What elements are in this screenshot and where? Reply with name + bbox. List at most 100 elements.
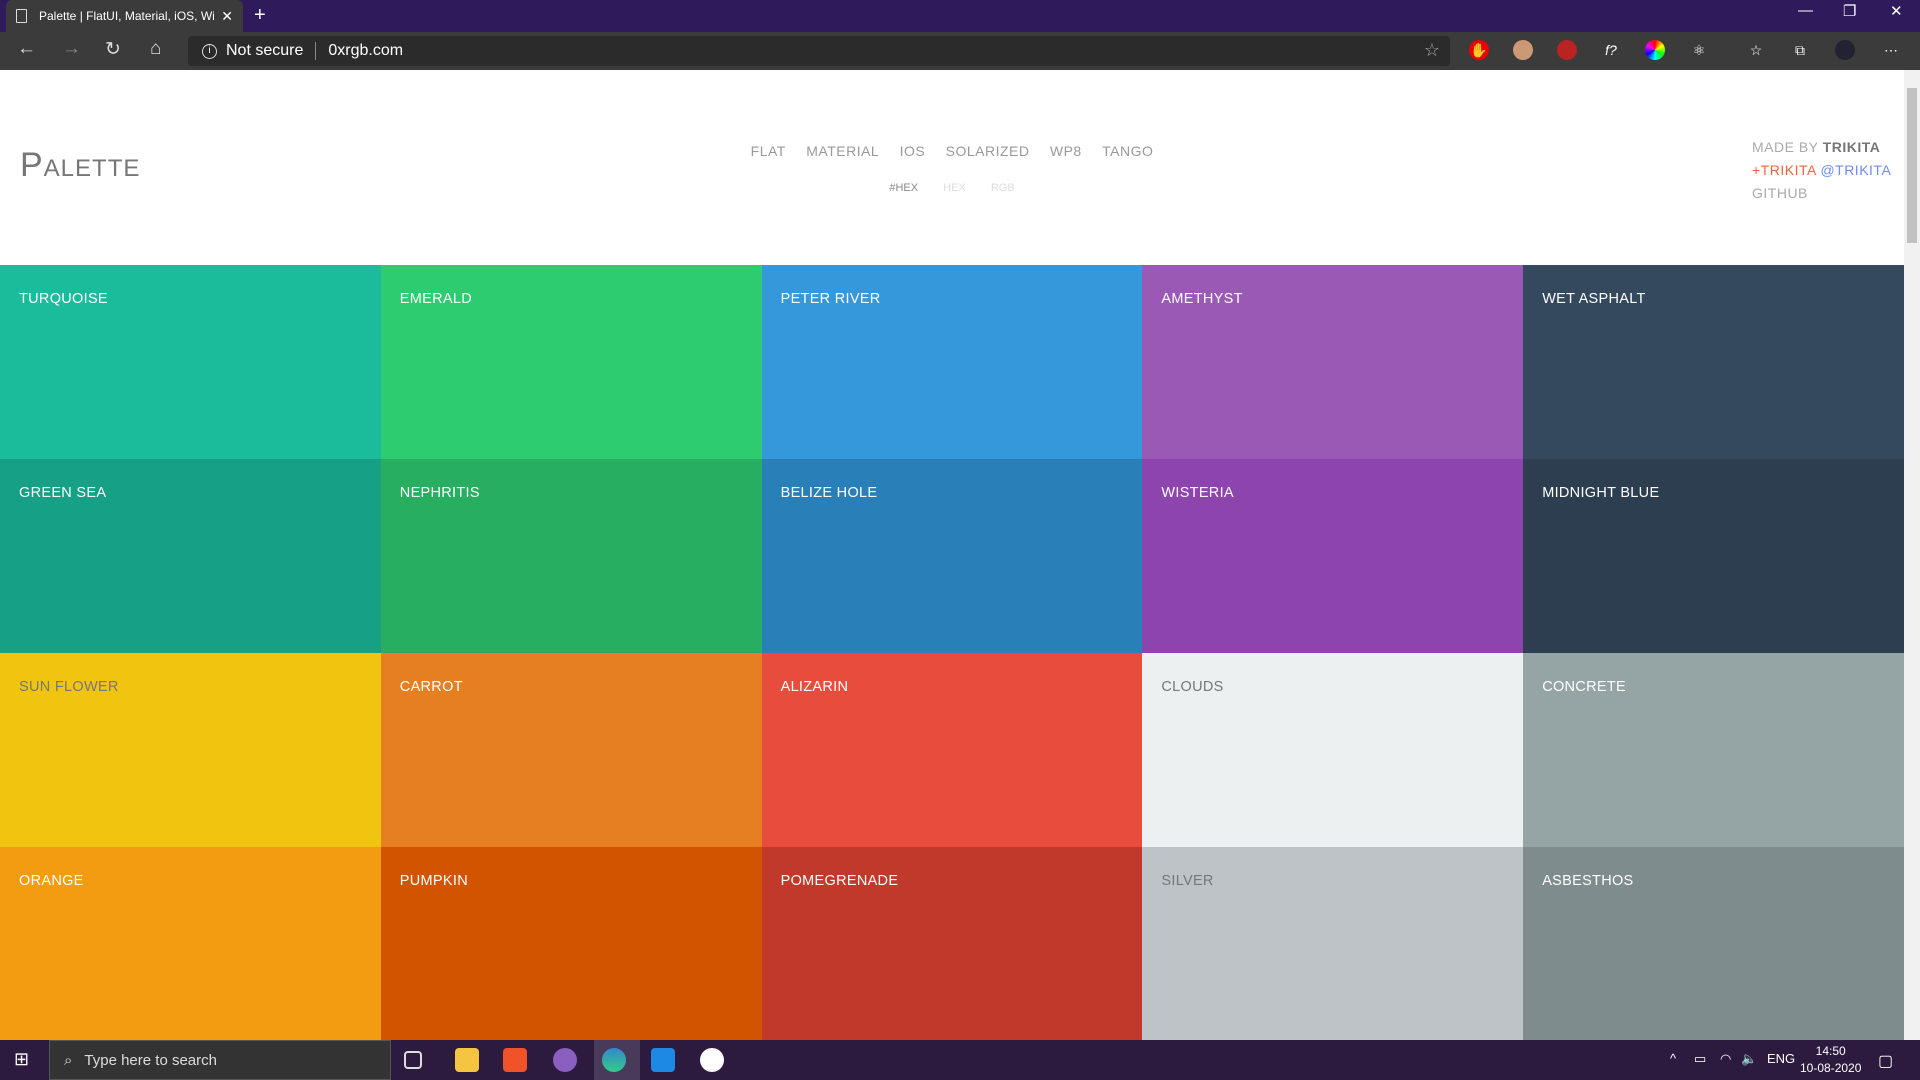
adblock-extension-icon[interactable]: ✋ <box>1469 40 1489 60</box>
task-view-icon[interactable] <box>404 1051 422 1069</box>
edge-icon[interactable] <box>602 1048 626 1072</box>
color-tile[interactable]: PETER RIVER <box>761 265 1143 459</box>
reload-icon[interactable]: ↻ <box>105 38 121 61</box>
color-name: CLOUDS <box>1161 679 1224 695</box>
nav-wp8[interactable]: WP8 <box>1050 143 1082 159</box>
color-name: BELIZE HOLE <box>780 485 878 501</box>
nav-ios[interactable]: IOS <box>900 143 926 159</box>
color-tile[interactable]: SILVER <box>1142 847 1524 1040</box>
home-icon[interactable]: ⌂ <box>150 38 161 60</box>
color-name: PUMPKIN <box>399 873 468 889</box>
color-tile[interactable]: WET ASPHALT <box>1523 265 1904 459</box>
slack-icon[interactable] <box>700 1048 724 1072</box>
search-icon: ⌕ <box>64 1051 73 1069</box>
search-placeholder: Type here to search <box>84 1051 217 1069</box>
tab-bar: Palette | FlatUI, Material, iOS, Windows… <box>0 0 1920 32</box>
info-icon[interactable]: i <box>202 43 217 59</box>
time: 14:50 <box>1815 1044 1846 1058</box>
color-name: WISTERIA <box>1161 485 1234 501</box>
nav-material[interactable]: MATERIAL <box>806 143 879 159</box>
language-indicator[interactable]: ENG <box>1767 1051 1795 1066</box>
scrollbar-thumb[interactable] <box>1907 88 1917 243</box>
site-header: Palette FLAT MATERIAL IOS SOLARIZED WP8 … <box>0 70 1904 265</box>
clock[interactable]: 14:50 10-08-2020 <box>1800 1043 1861 1077</box>
format-hex[interactable]: HEX <box>943 182 966 194</box>
security-label: Not secure <box>226 42 304 59</box>
format-rgb[interactable]: RGB <box>991 182 1015 194</box>
color-tile[interactable]: BELIZE HOLE <box>761 459 1143 653</box>
app-icon[interactable] <box>553 1048 577 1072</box>
color-name: SUN FLOWER <box>19 679 119 695</box>
collections-icon[interactable]: ⧉ <box>1790 40 1810 60</box>
minimize-icon[interactable]: — <box>1798 2 1813 19</box>
more-menu-icon[interactable]: ⋯ <box>1881 40 1901 60</box>
github-link[interactable]: GITHUB <box>1752 182 1891 205</box>
color-tile[interactable]: WISTERIA <box>1142 459 1524 653</box>
wifi-icon[interactable]: ◠ <box>1720 1051 1731 1067</box>
new-tab-button[interactable]: + <box>254 4 266 27</box>
nav-tango[interactable]: TANGO <box>1102 143 1153 159</box>
extension-face-icon[interactable] <box>1513 40 1533 60</box>
color-tile[interactable]: TURQUOISE <box>0 265 381 459</box>
restore-icon[interactable]: ❐ <box>1843 2 1856 20</box>
color-name: AMETHYST <box>1161 291 1243 307</box>
color-name: ALIZARIN <box>780 679 849 695</box>
format-hash-hex[interactable]: #HEX <box>889 182 918 194</box>
taskbar: ⊞ ⌕ Type here to search ^ ▭ ◠ 🔈 ENG 14:5… <box>0 1040 1920 1080</box>
made-by-label: MADE BY <box>1752 139 1819 155</box>
gplus-link[interactable]: +TRIKITA <box>1752 162 1816 178</box>
favorites-icon[interactable]: ☆ <box>1746 40 1766 60</box>
tab-title: Palette | FlatUI, Material, iOS, Windows… <box>39 9 215 23</box>
color-tile[interactable]: AMETHYST <box>1142 265 1524 459</box>
color-name: WET ASPHALT <box>1542 291 1646 307</box>
address-bar[interactable]: i Not secure 0xrgb.com ☆ <box>188 36 1450 66</box>
file-explorer-icon[interactable] <box>455 1048 479 1072</box>
nav-flat[interactable]: FLAT <box>751 143 786 159</box>
battery-icon[interactable]: ▭ <box>1694 1051 1706 1067</box>
taskbar-search[interactable]: ⌕ Type here to search <box>49 1040 391 1080</box>
notifications-icon[interactable]: ▢ <box>1878 1051 1893 1071</box>
color-tile[interactable]: ASBESTHOS <box>1523 847 1904 1040</box>
color-name: CONCRETE <box>1542 679 1626 695</box>
react-extension-icon[interactable]: ⚛ <box>1689 40 1709 60</box>
palette-nav: FLAT MATERIAL IOS SOLARIZED WP8 TANGO <box>0 143 1904 159</box>
color-picker-extension-icon[interactable] <box>1645 40 1665 60</box>
color-name: SILVER <box>1161 873 1214 889</box>
close-window-icon[interactable]: ✕ <box>1890 2 1903 20</box>
scrollbar[interactable] <box>1904 70 1920 1040</box>
font-extension-icon[interactable]: f? <box>1601 40 1621 60</box>
divider <box>315 42 317 60</box>
profile-avatar[interactable] <box>1835 40 1855 60</box>
color-name: PETER RIVER <box>780 291 881 307</box>
page-icon <box>16 9 27 23</box>
nav-solarized[interactable]: SOLARIZED <box>946 143 1030 159</box>
color-tile[interactable]: CLOUDS <box>1142 653 1524 847</box>
volume-icon[interactable]: 🔈 <box>1741 1051 1757 1067</box>
color-tile[interactable]: SUN FLOWER <box>0 653 381 847</box>
tray-chevron-icon[interactable]: ^ <box>1670 1051 1676 1066</box>
browser-toolbar: ← → ↻ ⌂ i Not secure 0xrgb.com ☆ ✋ f? ⚛ … <box>0 32 1920 70</box>
author-link[interactable]: TRIKITA <box>1823 139 1881 155</box>
close-tab-icon[interactable]: ✕ <box>221 8 233 25</box>
color-tile[interactable]: MIDNIGHT BLUE <box>1523 459 1904 653</box>
twitter-link[interactable]: @TRIKITA <box>1820 162 1891 178</box>
color-tile[interactable]: EMERALD <box>380 265 762 459</box>
extension-ruby-icon[interactable] <box>1557 40 1577 60</box>
back-icon[interactable]: ← <box>17 38 36 60</box>
favorite-star-icon[interactable]: ☆ <box>1424 40 1440 61</box>
windows-start-icon[interactable]: ⊞ <box>14 1049 29 1070</box>
color-tile[interactable]: POMEGRENADE <box>761 847 1143 1040</box>
color-tile[interactable]: GREEN SEA <box>0 459 381 653</box>
color-name: EMERALD <box>399 291 472 307</box>
browser-tab[interactable]: Palette | FlatUI, Material, iOS, Windows… <box>6 0 243 32</box>
vscode-icon[interactable] <box>651 1048 675 1072</box>
color-tile[interactable]: ORANGE <box>0 847 381 1040</box>
color-tile[interactable]: ALIZARIN <box>761 653 1143 847</box>
color-tile[interactable]: CONCRETE <box>1523 653 1904 847</box>
color-tile[interactable]: NEPHRITIS <box>380 459 762 653</box>
color-name: ORANGE <box>19 873 84 889</box>
brave-icon[interactable] <box>503 1048 527 1072</box>
color-tile[interactable]: CARROT <box>380 653 762 847</box>
color-tile[interactable]: PUMPKIN <box>380 847 762 1040</box>
forward-icon[interactable]: → <box>62 38 81 60</box>
